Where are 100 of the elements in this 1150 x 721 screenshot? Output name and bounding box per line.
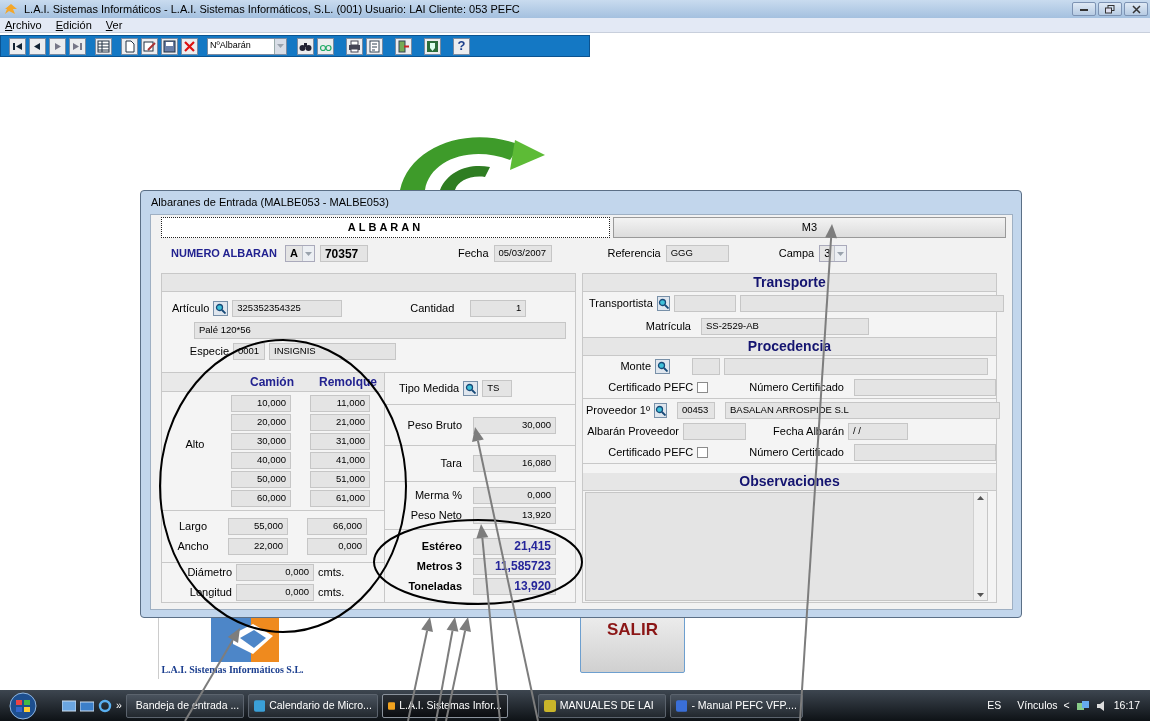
input-field[interactable]: 20,000 bbox=[231, 414, 291, 431]
taskbar-button[interactable]: Bandeja de entrada ... bbox=[125, 693, 244, 718]
input-field[interactable]: 0,000 bbox=[307, 538, 367, 555]
input-field[interactable] bbox=[683, 422, 746, 440]
input-field[interactable]: GGG bbox=[665, 245, 729, 262]
menu-item[interactable]: Archivo bbox=[5, 18, 42, 32]
new-document-button[interactable] bbox=[121, 37, 138, 55]
input-field[interactable] bbox=[854, 443, 996, 461]
input-field[interactable]: 41,000 bbox=[310, 452, 370, 469]
grid-button[interactable] bbox=[95, 37, 112, 55]
search-button[interactable] bbox=[213, 300, 229, 316]
input-field[interactable]: 55,000 bbox=[228, 518, 288, 535]
input-field[interactable]: 10,000 bbox=[231, 395, 291, 412]
browser-icon[interactable] bbox=[98, 698, 112, 713]
search-button[interactable] bbox=[655, 359, 670, 374]
search-button[interactable] bbox=[463, 381, 479, 396]
input-field[interactable]: 0,000 bbox=[236, 584, 314, 601]
clock[interactable]: 16:17 bbox=[1113, 697, 1140, 714]
input-field[interactable]: 0,000 bbox=[236, 564, 314, 581]
input-field[interactable]: Palé 120*56 bbox=[194, 321, 566, 339]
input-field[interactable] bbox=[739, 294, 1004, 312]
exit-button[interactable] bbox=[395, 37, 412, 55]
input-field[interactable]: 40,000 bbox=[231, 452, 291, 469]
app-icon bbox=[4, 3, 18, 15]
expand-button[interactable]: < bbox=[1063, 697, 1070, 714]
input-field[interactable]: 30,000 bbox=[473, 416, 556, 434]
minimize-button[interactable] bbox=[1072, 2, 1096, 16]
taskbar-button[interactable]: - Manual PEFC VFP.... bbox=[669, 693, 803, 718]
previous-button[interactable] bbox=[29, 37, 46, 55]
first-button[interactable] bbox=[9, 37, 26, 55]
input-field[interactable]: 30,000 bbox=[231, 433, 291, 450]
tab[interactable]: M3 bbox=[613, 217, 1006, 238]
input-field[interactable]: 13,920 bbox=[473, 577, 556, 595]
taskbar-button[interactable]: Calendario de Micro... bbox=[247, 693, 378, 718]
input-field[interactable]: 11,000 bbox=[310, 395, 370, 412]
input-field[interactable] bbox=[854, 379, 996, 396]
desktop-icon[interactable] bbox=[62, 699, 76, 712]
printer-button[interactable] bbox=[346, 37, 363, 55]
input-field[interactable]: SS-2529-AB bbox=[701, 317, 869, 335]
input-field[interactable]: 13,920 bbox=[473, 507, 556, 524]
checkbox[interactable] bbox=[697, 382, 708, 393]
minimize-icon bbox=[1079, 6, 1089, 12]
input-field[interactable]: INSIGNIS bbox=[269, 342, 396, 360]
input-field[interactable]: 0,000 bbox=[473, 487, 556, 504]
form-button[interactable] bbox=[366, 37, 383, 55]
input-field[interactable]: 60,000 bbox=[231, 490, 291, 507]
last-button[interactable] bbox=[69, 37, 86, 55]
input-field[interactable]: 61,000 bbox=[310, 490, 370, 507]
dropdown[interactable]: A bbox=[284, 245, 315, 262]
window-title: L.A.I. Sistemas Informáticos - L.A.I. Sistemas Informáticos, S.L. (001) Usuario: LAI Cliente: 053 PEFC bbox=[24, 1, 520, 17]
menu-item[interactable]: Ver bbox=[105, 18, 123, 32]
input-field[interactable]: 22,000 bbox=[228, 538, 288, 555]
help-button[interactable]: ? bbox=[453, 37, 470, 55]
save-button[interactable] bbox=[161, 37, 178, 55]
start-button[interactable] bbox=[6, 691, 40, 720]
menu-item[interactable]: Edición bbox=[55, 18, 92, 32]
input-field[interactable]: 1 bbox=[470, 299, 527, 317]
input-field[interactable]: 51,000 bbox=[310, 471, 370, 488]
notes-field[interactable] bbox=[585, 492, 988, 601]
taskbar-button[interactable]: L.A.I. Sistemas Infor... bbox=[381, 693, 508, 718]
input-field[interactable]: / / bbox=[848, 422, 908, 440]
input-field[interactable] bbox=[673, 294, 736, 312]
language-indicator[interactable]: ES bbox=[987, 697, 1002, 714]
taskbar-button[interactable]: MANUALES DE LAI bbox=[537, 693, 666, 718]
field-label: Referencia bbox=[607, 246, 661, 262]
toolbar-label[interactable]: Vínculos bbox=[1017, 697, 1058, 714]
input-field[interactable]: 05/03/2007 bbox=[493, 245, 552, 262]
edit-button[interactable] bbox=[141, 37, 158, 55]
shield-button[interactable] bbox=[424, 37, 441, 55]
input-field[interactable]: 66,000 bbox=[307, 518, 367, 535]
restore-button[interactable] bbox=[1098, 2, 1122, 16]
input-field[interactable] bbox=[724, 358, 988, 375]
search-button[interactable] bbox=[656, 295, 670, 311]
network-icon[interactable] bbox=[1075, 699, 1090, 712]
input-field[interactable]: 325352354325 bbox=[232, 299, 343, 317]
delete-button[interactable] bbox=[181, 37, 198, 55]
input-field[interactable]: 11,585723 bbox=[473, 557, 556, 575]
search-button[interactable] bbox=[653, 402, 667, 418]
input-field[interactable]: 31,000 bbox=[310, 433, 370, 450]
input-field[interactable]: 70357 bbox=[319, 245, 368, 262]
input-field[interactable]: 21,000 bbox=[310, 414, 370, 431]
caret-icon bbox=[304, 251, 312, 256]
field-label: Alto bbox=[184, 436, 206, 452]
binoculars-button[interactable] bbox=[297, 37, 314, 55]
tab[interactable]: ALBARAN bbox=[161, 217, 610, 238]
delete-icon bbox=[183, 39, 196, 53]
dropdown[interactable]: NºAlbarán bbox=[207, 37, 287, 55]
more-button[interactable]: » bbox=[116, 697, 122, 714]
input-field[interactable]: BASALAN ARROSPIDE S.L bbox=[724, 401, 1000, 419]
input-field[interactable]: 50,000 bbox=[231, 471, 291, 488]
close-button[interactable] bbox=[1124, 2, 1148, 16]
input-field[interactable]: 00453 bbox=[676, 401, 715, 419]
glasses-button[interactable] bbox=[317, 37, 334, 55]
input-field[interactable]: 21,415 bbox=[473, 537, 556, 555]
window-switch-icon[interactable] bbox=[80, 699, 94, 712]
input-field[interactable]: TS bbox=[482, 380, 513, 397]
input-field[interactable] bbox=[692, 358, 720, 375]
input-field[interactable]: 16,080 bbox=[473, 455, 556, 472]
next-button[interactable] bbox=[49, 37, 66, 55]
checkbox[interactable] bbox=[697, 446, 708, 458]
